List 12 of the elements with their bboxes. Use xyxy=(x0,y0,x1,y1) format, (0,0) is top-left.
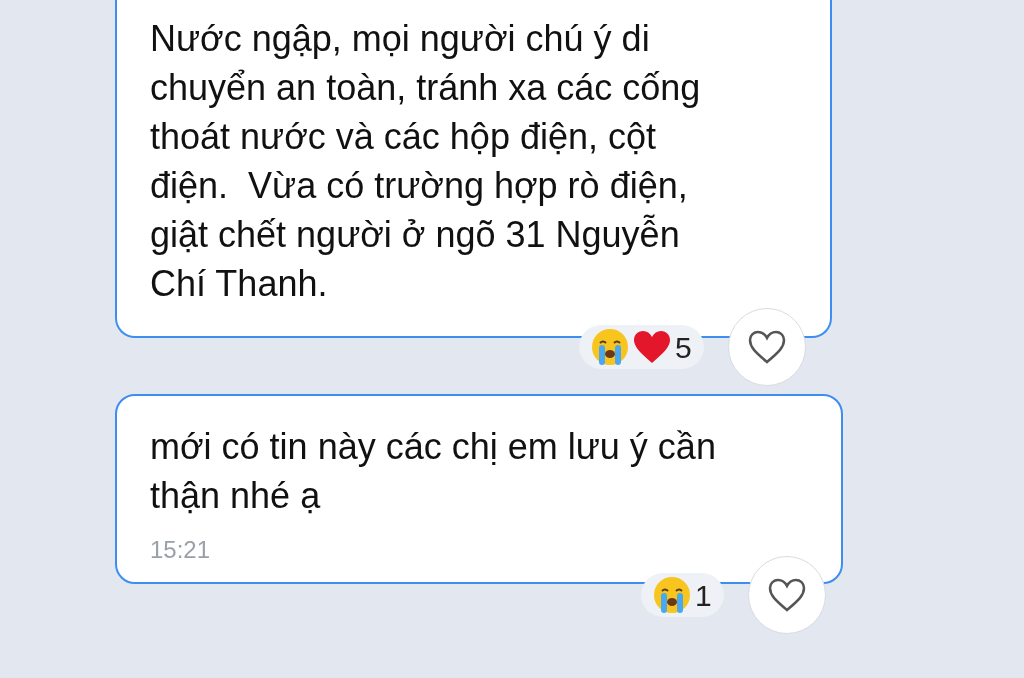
heart-outline-icon xyxy=(746,329,787,365)
message-time: 15:21 xyxy=(150,535,211,565)
reaction-summary[interactable]: 5 xyxy=(579,325,704,369)
crying-emoji-icon xyxy=(591,328,629,366)
heart-outline-icon xyxy=(766,577,807,613)
heart-icon xyxy=(633,330,671,364)
reaction-summary[interactable]: 1 xyxy=(641,573,724,617)
reaction-count: 5 xyxy=(675,329,692,366)
reaction-count: 1 xyxy=(695,577,712,614)
message-text: Nước ngập, mọi người chú ý di chuyển an toàn, tránh xa các cống thoát nước và các hộp điện, cột điện. Vừa có trường hợp rò điện, giật chết người ở ngõ 31 Nguyễn Chí Thanh. xyxy=(150,17,701,306)
message-text: mới có tin này các chị em lưu ý cần thận nhé ạ xyxy=(150,425,716,518)
crying-emoji-icon xyxy=(653,576,691,614)
